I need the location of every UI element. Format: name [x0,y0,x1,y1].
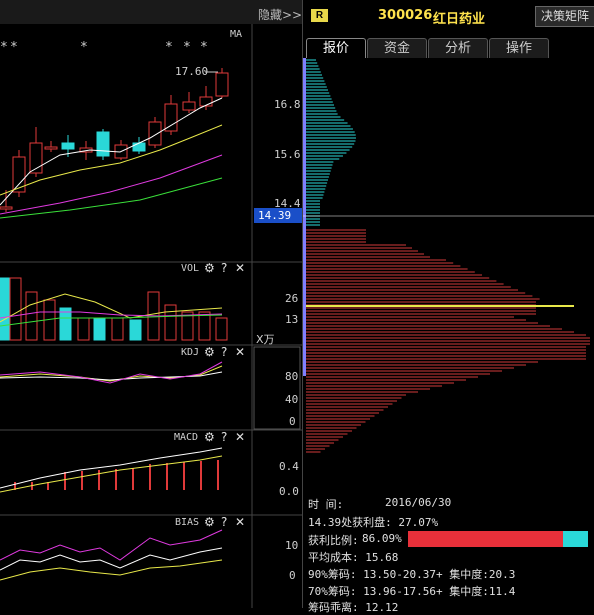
volume-bar [164,304,177,341]
left-header-bar [0,0,302,24]
macd-dif-line [0,447,223,489]
macd-close-icon[interactable]: ✕ [235,430,245,444]
kdj-gear-icon[interactable]: ⚙ [204,345,215,359]
vol-tick-2: 13 [285,313,299,326]
bias-tick-1: 10 [285,539,299,552]
bias-gear-icon[interactable]: ⚙ [204,515,215,529]
macd-dea-line [0,455,223,493]
kdj-tick-2: 40 [285,393,299,406]
kdj-tick-1: 80 [285,370,299,383]
macd-gear-icon[interactable]: ⚙ [204,430,215,444]
vol-tick-1: 26 [285,292,299,305]
event-star: * [183,40,191,55]
info-profit-ratio-value: 86.09% [362,532,402,545]
macd-label: MACD [174,432,199,443]
r-badge: R [311,9,328,22]
bias-close-icon[interactable]: ✕ [235,515,245,529]
candle-body [215,72,229,97]
bias-line-2 [0,547,223,571]
kdj-label: KDJ [181,347,200,358]
macd-tick-2: 0.0 [279,485,299,498]
tab-quote[interactable]: 报价 [306,38,366,58]
ma60-line [0,177,223,219]
vol-label: VOL [181,263,200,274]
vol-gear-icon[interactable]: ⚙ [204,261,215,275]
info-profit-ratio-label: 获利比例: [308,534,359,547]
info-avg-cost: 平均成本: 15.68 [308,551,399,564]
bias-line-3 [0,559,223,581]
kdj-tick-3: 0 [289,415,296,428]
candle-body [132,142,146,152]
info-profit-text: 14.39处获利盘: 27.07% [308,516,439,529]
profit-ratio-bar [408,531,588,547]
candle-body [96,131,110,157]
volume-bar [59,307,72,341]
volume-bar [77,317,90,341]
kline-chart[interactable] [0,0,302,608]
event-star: * [0,40,8,55]
indicator-label-ma: MA [230,29,243,40]
event-star: * [165,40,173,55]
volume-bar [215,317,228,341]
volume-bar [9,277,22,341]
candle-body [61,142,75,150]
bias-help-icon[interactable]: ? [221,515,227,529]
info-time-label: 时 间: [308,498,344,511]
event-star: * [80,40,88,55]
tab-operation[interactable]: 操作 [489,38,549,58]
volume-bar [129,319,142,341]
vol-close-icon[interactable]: ✕ [235,261,245,275]
volume-bar [0,277,12,341]
tab-funds[interactable]: 资金 [367,38,427,58]
hide-button[interactable]: 隐藏>> [258,6,302,23]
tab-analysis[interactable]: 分析 [428,38,488,58]
kdj-close-icon[interactable]: ✕ [235,345,245,359]
candle-body [44,146,58,150]
volume-bar [111,317,124,341]
price-tick-1: 16.8 [274,98,301,111]
profit-ratio-fill [408,531,563,547]
stock-code: 300026 [378,8,433,23]
vol-unit: X万 [256,333,275,346]
stock-name: 红日药业 [433,12,486,27]
vol-help-icon[interactable]: ? [221,261,227,275]
candle-body [199,96,213,107]
high-marker: 17.60 [175,65,209,78]
candle-body [164,103,178,132]
info-time-value: 2016/06/30 [385,496,452,509]
candle-body [182,101,196,111]
kdj-help-icon[interactable]: ? [221,345,227,359]
kdj-k-line [0,365,223,382]
price-tick-2: 15.6 [274,148,301,161]
bias-label: BIAS [175,517,200,528]
macd-tick-1: 0.4 [279,460,299,473]
volume-bar [198,311,211,341]
macd-help-icon[interactable]: ? [221,430,227,444]
bias-tick-2: 0 [289,569,296,582]
current-price-tag: 14.39 [254,208,306,223]
decision-matrix-button[interactable]: 决策矩阵 [535,6,594,27]
info-chip70: 70%筹码: 13.96-17.56+ 集中度:11.4 [308,585,516,598]
chart-area[interactable]: 隐藏>> MA 17.60 16.8 15.6 14.4 14.39 * * *… [0,0,306,608]
event-star: * [10,40,18,55]
info-chip90: 90%筹码: 13.50-20.37+ 集中度:20.3 [308,568,516,581]
candle-body [148,121,162,146]
event-star: * [200,40,208,55]
candle-body [0,206,13,210]
info-spread: 筹码乖离: 12.12 [308,601,399,614]
volume-bar [93,317,106,341]
volume-bar [25,291,38,341]
